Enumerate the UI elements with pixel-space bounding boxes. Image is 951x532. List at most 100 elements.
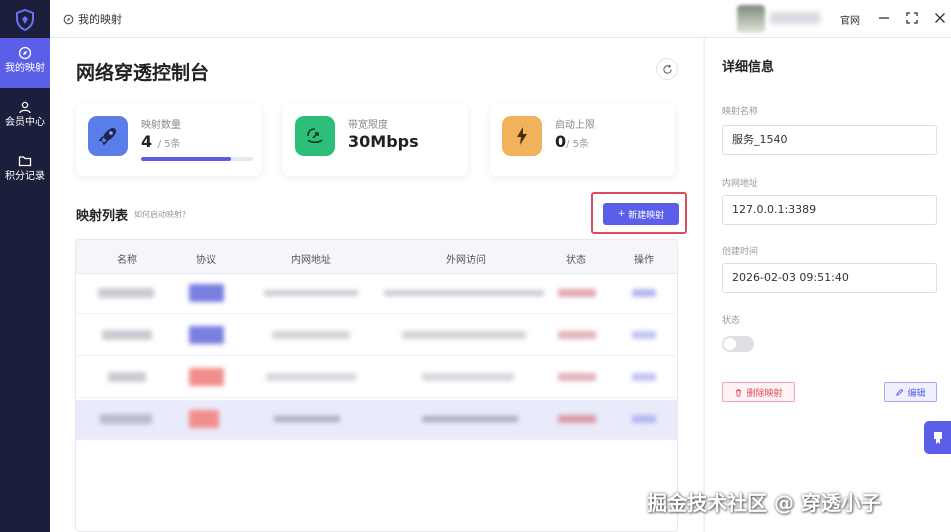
protocol-badge <box>189 368 224 386</box>
toggle-knob <box>724 338 736 350</box>
col-actions: 操作 <box>634 255 654 266</box>
local-address-label: 内网地址 <box>722 179 759 189</box>
sidebar-item-label: 会员中心 <box>5 117 45 128</box>
local-address-field[interactable]: 127.0.0.1:3389 <box>722 195 937 225</box>
new-mapping-label: 新建映射 <box>628 210 665 221</box>
stat-card-mapping-count: 映射数量 4 / 5条 <box>76 104 261 176</box>
status-badge <box>558 415 596 423</box>
user-icon <box>19 101 31 114</box>
action-link[interactable] <box>632 331 656 339</box>
local-address-cell <box>274 416 340 422</box>
stat-label: 启动上限 <box>555 120 595 131</box>
action-link[interactable] <box>632 373 656 381</box>
protocol-badge <box>189 284 224 302</box>
status-toggle[interactable] <box>722 336 754 352</box>
lightning-icon <box>502 116 542 156</box>
compass-icon <box>63 14 74 24</box>
marker-icon <box>933 431 942 444</box>
col-name: 名称 <box>117 255 137 266</box>
table-header: 名称 协议 内网地址 外网访问 状态 操作 <box>76 240 677 274</box>
public-access-cell <box>422 373 514 381</box>
table-row-selected[interactable] <box>76 400 677 440</box>
avatar[interactable] <box>737 5 765 33</box>
mapping-progress-bar <box>141 157 253 161</box>
col-public-access: 外网访问 <box>446 255 486 266</box>
rocket-icon <box>88 116 128 156</box>
stat-card-start-limit: 启动上限 0/ 5条 <box>490 104 675 176</box>
name-cell <box>100 414 152 424</box>
local-address-cell <box>264 290 358 296</box>
sidebar-item-points-record[interactable]: 积分记录 <box>0 146 50 196</box>
public-access-cell <box>402 331 526 339</box>
detail-title: 详细信息 <box>722 60 775 75</box>
name-cell <box>102 330 152 340</box>
name-cell <box>98 288 154 298</box>
name-cell <box>108 372 146 382</box>
new-mapping-button[interactable]: + 新建映射 <box>603 203 679 225</box>
stat-card-bandwidth: 带宽限度 30Mbps <box>283 104 468 176</box>
local-address-cell <box>266 373 356 381</box>
protocol-badge <box>189 410 219 428</box>
stat-label: 带宽限度 <box>348 120 388 131</box>
stat-value: 4 / 5条 <box>141 132 181 151</box>
mapping-list-title: 映射列表 <box>76 209 129 224</box>
stat-value: 30Mbps <box>348 132 419 151</box>
col-status: 状态 <box>566 255 586 266</box>
compass-icon <box>18 46 32 60</box>
table-row[interactable] <box>76 358 677 398</box>
edit-button[interactable]: 编辑 <box>884 382 937 402</box>
sidebar-item-member-center[interactable]: 会员中心 <box>0 92 50 142</box>
edit-label: 编辑 <box>907 388 926 399</box>
watermark-text: 掘金技术社区 @ 穿透小子 <box>647 491 881 515</box>
folder-icon <box>18 156 32 167</box>
main-panel: 网络穿透控制台 映射数量 4 / 5条 带宽限度 30Mbps 启动上限 0/ … <box>50 38 703 532</box>
shield-logo-icon <box>16 8 34 32</box>
page-title: 网络穿透控制台 <box>76 62 210 84</box>
status-label: 状态 <box>722 316 741 326</box>
sidebar-item-label: 积分记录 <box>5 171 45 182</box>
mapping-name-field[interactable]: 服务_1540 <box>722 125 937 155</box>
plus-icon: + <box>617 209 626 219</box>
username-blurred[interactable] <box>770 12 820 24</box>
delete-label: 删除映射 <box>746 388 783 399</box>
detail-panel: 详细信息 映射名称 服务_1540 内网地址 127.0.0.1:3389 创建… <box>704 38 951 532</box>
delete-mapping-button[interactable]: 删除映射 <box>722 382 795 402</box>
maximize-icon[interactable] <box>904 10 920 26</box>
protocol-badge <box>189 326 224 344</box>
col-local-address: 内网地址 <box>291 255 331 266</box>
mapping-name-label: 映射名称 <box>722 107 759 117</box>
action-link[interactable] <box>632 289 656 297</box>
page-breadcrumb-title: 我的映射 <box>78 13 122 26</box>
sidebar: 我的映射 会员中心 积分记录 <box>0 0 50 532</box>
public-access-cell <box>384 290 544 296</box>
trash-icon <box>736 388 742 397</box>
speed-gauge-icon <box>295 116 335 156</box>
col-protocol: 协议 <box>196 255 216 266</box>
close-icon[interactable] <box>932 10 948 26</box>
official-site-link[interactable]: 官网 <box>840 12 860 27</box>
edit-icon <box>896 388 904 396</box>
how-to-start-link[interactable]: 如何启动映射? <box>134 209 186 220</box>
breadcrumb: 我的映射 <box>63 11 122 27</box>
minimize-icon[interactable] <box>876 10 892 26</box>
stat-label: 映射数量 <box>141 120 181 131</box>
floating-action-button[interactable] <box>924 421 951 454</box>
table-row[interactable] <box>76 274 677 314</box>
public-access-cell <box>422 416 518 422</box>
stat-value: 0/ 5条 <box>555 132 590 151</box>
created-time-field[interactable]: 2026-02-03 09:51:40 <box>722 263 937 293</box>
progress-fill <box>141 157 231 161</box>
refresh-icon <box>662 64 672 74</box>
mapping-table: 名称 协议 内网地址 外网访问 状态 操作 <box>75 239 678 532</box>
topbar: 我的映射 官网 <box>50 0 951 38</box>
created-time-label: 创建时间 <box>722 247 759 257</box>
status-badge <box>558 373 596 381</box>
table-row[interactable] <box>76 316 677 356</box>
refresh-button[interactable] <box>656 58 678 80</box>
sidebar-item-label: 我的映射 <box>5 63 45 74</box>
sidebar-item-my-mappings[interactable]: 我的映射 <box>0 38 50 88</box>
status-badge <box>558 289 596 297</box>
action-link[interactable] <box>632 415 656 423</box>
status-badge <box>558 331 596 339</box>
local-address-cell <box>272 331 350 339</box>
